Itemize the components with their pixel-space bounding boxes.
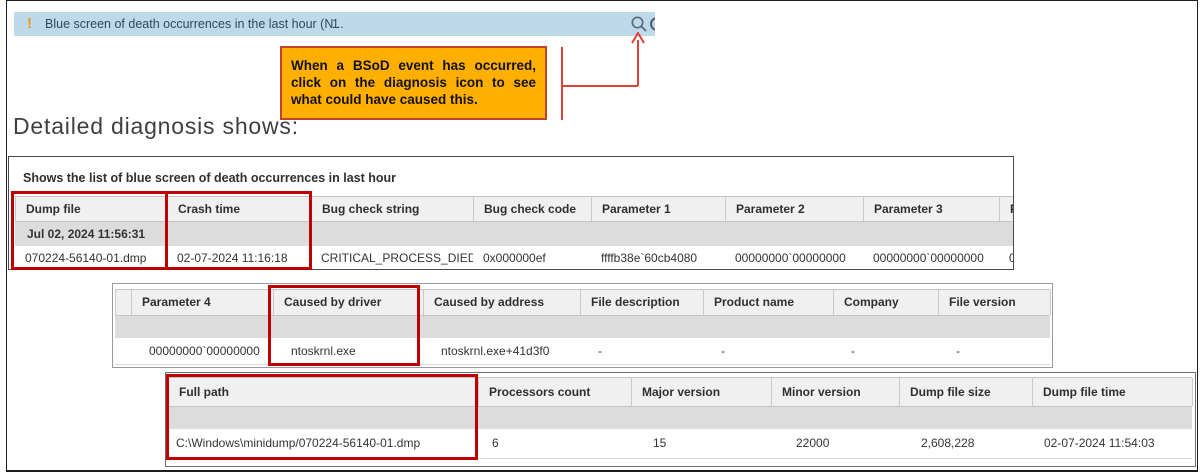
cell-file-description: -: [580, 338, 703, 364]
annotation-callout: When a BSoD event has occurred, click on…: [280, 46, 547, 120]
cell-dump-file-size: 2,608,228: [899, 429, 1032, 458]
cell-company: -: [833, 338, 938, 364]
cell-parameter-4: 00000000`00000000: [131, 338, 273, 364]
col-dump-file-time[interactable]: Dump file time: [1033, 378, 1193, 406]
cell-major-version: 15: [631, 429, 771, 458]
col-caused-by-address[interactable]: Caused by address: [424, 290, 581, 315]
table-header-row: Parameter 4 Caused by driver Caused by a…: [115, 289, 1050, 316]
bsod-widget-titlebar: ! Blue screen of death occurrences in th…: [14, 12, 655, 36]
cell-parameter-2: 00000000`00000000: [725, 246, 863, 270]
col-bug-check-code[interactable]: Bug check code: [474, 197, 592, 221]
col-parameter-1[interactable]: Parameter 1: [592, 197, 726, 221]
cell-bug-check-string: CRITICAL_PROCESS_DIED: [311, 246, 473, 270]
cell-parameter-1: ffffb38e`60cb4080: [591, 246, 725, 270]
cell-product-name: -: [703, 338, 833, 364]
cell-bug-check-code: 0x000000ef: [473, 246, 591, 270]
panel-description: Shows the list of blue screen of death o…: [23, 171, 396, 185]
cell-parameter-3: 00000000`00000000: [863, 246, 999, 270]
highlight-box-full-path: [166, 374, 478, 460]
col-parameter-4[interactable]: Parameter 4: [132, 290, 274, 315]
col-processors-count[interactable]: Processors count: [479, 378, 632, 406]
widget-title: Blue screen of death occurrences in the …: [45, 17, 344, 31]
col-product-name[interactable]: Product name: [704, 290, 834, 315]
cell-file-version: -: [938, 338, 1050, 364]
group-label: [115, 316, 127, 338]
highlight-box-caused-by-driver: [268, 285, 420, 366]
occurrence-count: 1: [332, 17, 339, 31]
cell-minor-version: 22000: [771, 429, 899, 458]
cell-caused-by-address: ntoskrnl.exe+41d3f0: [423, 338, 580, 364]
panel-driver-details: Parameter 4 Caused by driver Caused by a…: [112, 283, 1053, 368]
screenshot-canvas: ! Blue screen of death occurrences in th…: [0, 0, 1200, 476]
col-spacer: [116, 290, 132, 315]
arrow-segment-vertical: [637, 40, 639, 86]
table-row[interactable]: 00000000`00000000 ntoskrnl.exe ntoskrnl.…: [115, 338, 1050, 365]
cell-spacer: [115, 338, 131, 364]
arrow-segment-left: [561, 47, 563, 120]
callout-text: When a BSoD event has occurred, click on…: [291, 57, 536, 108]
col-dump-file-size[interactable]: Dump file size: [900, 378, 1033, 406]
col-file-description[interactable]: File description: [581, 290, 704, 315]
highlight-box-dump-file: [11, 191, 168, 270]
arrow-head-icon: [630, 32, 646, 44]
section-heading: Detailed diagnosis shows:: [13, 113, 299, 140]
cell-dump-file-time: 02-07-2024 11:54:03: [1032, 429, 1192, 458]
col-parameter-2[interactable]: Parameter 2: [726, 197, 864, 221]
col-major-version[interactable]: Major version: [632, 378, 772, 406]
arrow-segment-horizontal: [562, 85, 638, 87]
highlight-box-crash-time: [165, 191, 312, 270]
col-parameter-3[interactable]: Parameter 3: [864, 197, 1000, 221]
col-parameter-4-clipped[interactable]: Parameter 4: [1000, 197, 1014, 221]
col-company[interactable]: Company: [834, 290, 939, 315]
col-bug-check-string[interactable]: Bug check string: [312, 197, 474, 221]
warning-icon: !: [27, 15, 32, 32]
col-minor-version[interactable]: Minor version: [772, 378, 900, 406]
col-file-version[interactable]: File version: [939, 290, 1051, 315]
cell-processors-count: 6: [478, 429, 631, 458]
group-row: [115, 316, 1050, 338]
clipped-icon: [650, 17, 655, 31]
cell-parameter-4-clipped: 00000000`00000000: [999, 246, 1014, 270]
diagnosis-search-icon[interactable]: [630, 15, 648, 33]
